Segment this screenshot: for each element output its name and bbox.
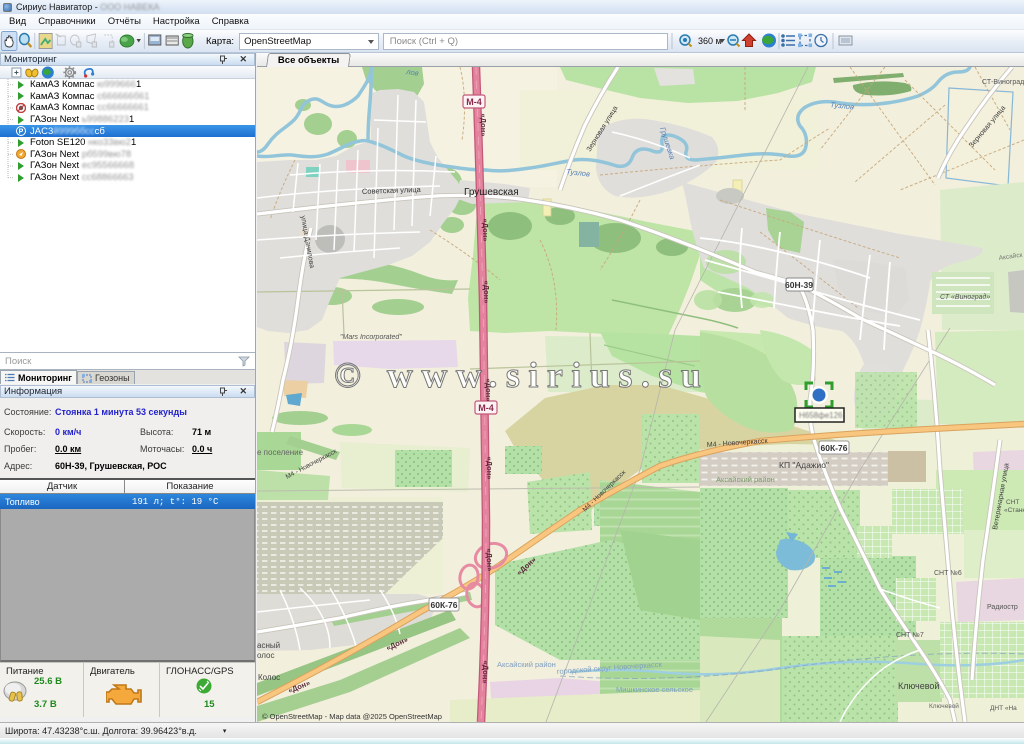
- svg-text:СНТ №7: СНТ №7: [896, 632, 924, 639]
- svg-text:«Дон»: «Дон»: [482, 281, 491, 304]
- svg-text:олос: олос: [257, 651, 274, 660]
- svg-text:© www.sirius.su: © www.sirius.su: [334, 355, 709, 395]
- svg-text:СТ «Виноград»: СТ «Виноград»: [940, 293, 990, 301]
- svg-text:СНТ №6: СНТ №6: [934, 570, 962, 577]
- svg-text:КП "Адажио": КП "Адажио": [779, 460, 829, 470]
- svg-text:"Mars Incorporated": "Mars Incorporated": [340, 334, 402, 341]
- svg-text:«Дон»: «Дон»: [485, 457, 494, 480]
- svg-text:асный: асный: [257, 641, 280, 650]
- svg-text:М-4: М-4: [478, 403, 494, 413]
- svg-text:Грушевская: Грушевская: [464, 187, 519, 198]
- svg-text:Ключевой: Ключевой: [898, 681, 939, 691]
- svg-text:60К-76: 60К-76: [431, 600, 458, 610]
- svg-text:ДНТ «На: ДНТ «На: [990, 705, 1017, 712]
- svg-text:Ключевой: Ключевой: [929, 702, 959, 710]
- svg-text:«Дон»: «Дон»: [481, 219, 490, 242]
- svg-text:«Станкос: «Станкос: [1004, 507, 1024, 514]
- svg-text:е поселение: е поселение: [257, 448, 304, 457]
- svg-text:лов: лов: [405, 67, 420, 78]
- svg-text:СТ-Виноград: СТ-Виноград: [982, 79, 1024, 86]
- svg-text:Н658фе126: Н658фе126: [799, 411, 843, 420]
- svg-text:360 м: 360 м: [698, 36, 722, 46]
- svg-text:СНТ: СНТ: [1006, 499, 1019, 506]
- svg-text:© OpenStreetMap - Map data @20: © OpenStreetMap - Map data @2025 OpenStr…: [262, 712, 442, 721]
- svg-text:Аксайский район: Аксайский район: [716, 475, 775, 484]
- svg-text:«Дон»: «Дон»: [479, 114, 488, 137]
- svg-text:60Н-39: 60Н-39: [785, 280, 813, 290]
- svg-text:Колос: Колос: [258, 673, 280, 682]
- svg-text:«Дон»: «Дон»: [481, 660, 491, 683]
- svg-text:60К-76: 60К-76: [821, 443, 848, 453]
- svg-text:Мишкинское сельское: Мишкинское сельское: [616, 685, 693, 694]
- svg-text:«Дон»: «Дон»: [485, 548, 495, 571]
- svg-text:P: P: [19, 129, 24, 136]
- svg-text:Радиостр: Радиостр: [987, 604, 1018, 611]
- svg-text:М-4: М-4: [466, 97, 482, 107]
- svg-text:Аксайский район: Аксайский район: [497, 660, 556, 669]
